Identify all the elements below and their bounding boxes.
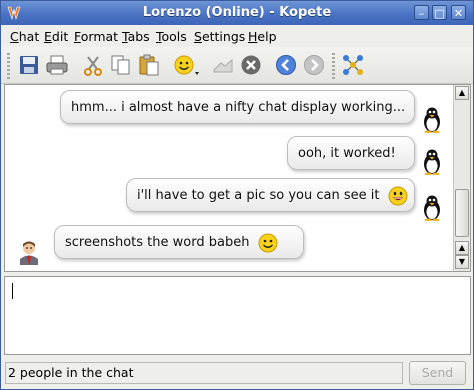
forward-icon[interactable] bbox=[302, 53, 326, 77]
menu-tools[interactable]: Tools bbox=[156, 29, 187, 44]
menu-bar: Chat Edit Format Tabs Tools Settings Hel… bbox=[1, 25, 473, 47]
menu-format[interactable]: Format bbox=[74, 29, 118, 44]
penguin-avatar bbox=[424, 149, 440, 175]
stop-icon[interactable] bbox=[239, 53, 263, 77]
network-icon[interactable] bbox=[341, 53, 365, 77]
message-text: i'll have to get a pic so you can see it bbox=[137, 188, 380, 203]
scroll-up-icon-lower[interactable]: ▲ bbox=[455, 241, 469, 255]
send-button[interactable]: Send bbox=[409, 361, 466, 385]
back-icon[interactable] bbox=[274, 53, 298, 77]
penguin-avatar bbox=[424, 195, 440, 221]
toolbar-grip-2[interactable] bbox=[332, 53, 335, 79]
text-caret bbox=[12, 283, 13, 299]
copy-icon[interactable] bbox=[109, 53, 133, 77]
chat-scrollbar[interactable]: ▲ ▲ ▼ bbox=[453, 85, 470, 271]
message-bubble: screenshots the word babeh bbox=[54, 225, 304, 259]
send-file-icon[interactable] bbox=[211, 53, 235, 77]
toolbar-grip[interactable] bbox=[7, 53, 10, 79]
scroll-up-icon[interactable]: ▲ bbox=[455, 86, 469, 100]
menu-help[interactable]: Help bbox=[248, 29, 277, 44]
toolbar bbox=[1, 47, 473, 84]
scroll-down-icon[interactable]: ▼ bbox=[455, 255, 469, 269]
message-bubble: hmm... i almost have a nifty chat displa… bbox=[60, 90, 415, 124]
menu-tabs[interactable]: Tabs bbox=[122, 29, 150, 44]
menu-chat[interactable]: Chat bbox=[10, 29, 39, 44]
grin-smiley-icon bbox=[388, 186, 408, 205]
status-bar: 2 people in the chat Send bbox=[1, 358, 473, 389]
message-bubble: i'll have to get a pic so you can see it bbox=[126, 178, 415, 212]
save-icon[interactable] bbox=[17, 53, 41, 77]
maximize-icon[interactable]: □ bbox=[432, 5, 447, 20]
smiley-icon[interactable] bbox=[173, 53, 201, 77]
chat-display[interactable]: hmm... i almost have a nifty chat displa… bbox=[4, 84, 471, 272]
kopete-chat-window: Lorenzo (Online) - Kopete – □ ✕ Chat Edi… bbox=[0, 0, 474, 390]
minimize-icon[interactable]: – bbox=[414, 5, 429, 20]
paste-icon[interactable] bbox=[137, 53, 161, 77]
person-avatar bbox=[20, 241, 38, 265]
menu-settings[interactable]: Settings bbox=[194, 29, 245, 44]
message-text: screenshots the word babeh bbox=[65, 235, 250, 250]
scroll-thumb[interactable] bbox=[455, 189, 469, 237]
smile-smiley-icon bbox=[258, 233, 278, 252]
cut-icon[interactable] bbox=[81, 53, 105, 77]
penguin-avatar bbox=[424, 107, 440, 133]
window-title: Lorenzo (Online) - Kopete bbox=[142, 5, 332, 20]
menu-edit[interactable]: Edit bbox=[44, 29, 68, 44]
message-text: hmm... i almost have a nifty chat displa… bbox=[71, 100, 406, 115]
title-bar[interactable]: Lorenzo (Online) - Kopete – □ ✕ bbox=[1, 1, 473, 25]
message-bubble: ooh, it worked! bbox=[287, 136, 415, 170]
close-icon[interactable]: ✕ bbox=[451, 5, 466, 20]
print-icon[interactable] bbox=[45, 53, 69, 77]
message-text: ooh, it worked! bbox=[298, 146, 396, 161]
message-input[interactable] bbox=[4, 276, 471, 355]
status-text: 2 people in the chat bbox=[5, 362, 403, 384]
